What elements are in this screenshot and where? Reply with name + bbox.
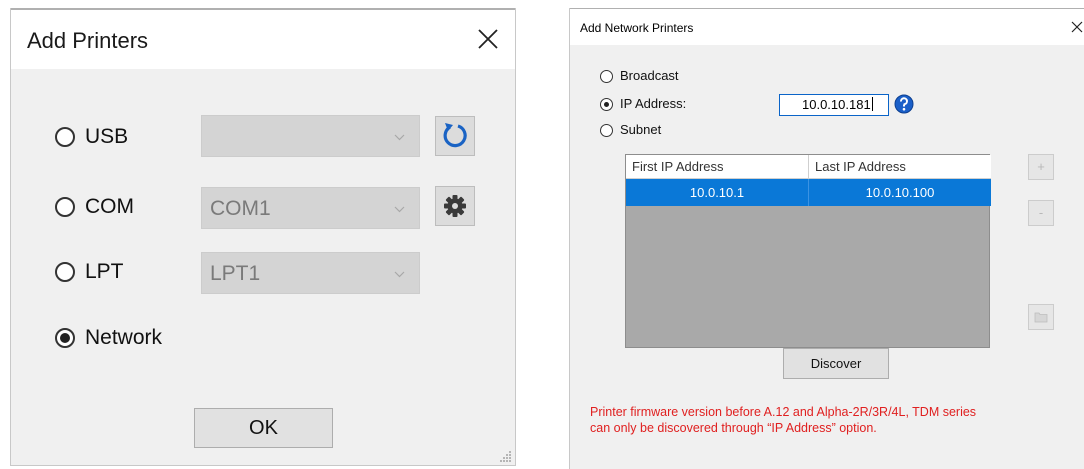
option-lpt: LPT LPT1 [55,250,495,294]
title-bar: Add Printers [11,8,515,69]
folder-icon [1034,312,1048,323]
option-network: Network [55,316,355,360]
dialog-title: Add Network Printers [580,21,694,35]
subnet-label: Subnet [620,122,662,137]
title-bar: Add Network Printers [570,8,1084,45]
close-icon[interactable] [475,26,501,52]
add-network-printers-dialog: Add Network Printers Broadcast IP Addres… [569,8,1084,469]
first-ip-cell[interactable]: 10.0.10.1 [626,179,809,206]
usb-radio[interactable] [55,127,75,147]
network-radio[interactable] [55,328,75,348]
lpt-port-combo[interactable]: LPT1 [201,252,420,294]
option-com: COM COM1 [55,185,495,229]
usb-port-combo[interactable] [201,115,420,157]
com-radio[interactable] [55,197,75,217]
text-caret [871,97,873,111]
column-header-last-ip[interactable]: Last IP Address [809,155,991,178]
add-printers-dialog: Add Printers USB COM COM1 LPT LPT1 Netwo… [10,8,516,466]
ip-address-input[interactable]: 10.0.10.181 [779,94,889,116]
discover-button[interactable]: Discover [783,348,889,379]
gear-icon [444,195,466,217]
chevron-down-icon [394,134,405,141]
broadcast-label: Broadcast [620,68,679,83]
chevron-down-icon [394,271,405,278]
lpt-port-value: LPT1 [210,262,261,285]
usb-label: USB [85,125,129,148]
network-label: Network [85,326,163,349]
warning-line: can only be discovered through “IP Addre… [590,421,877,435]
com-port-combo[interactable]: COM1 [201,187,420,229]
add-range-button[interactable]: + [1028,154,1054,180]
subnet-radio[interactable] [600,124,613,137]
com-port-value: COM1 [210,197,271,220]
ip-range-table[interactable]: First IP Address Last IP Address 10.0.10… [625,154,991,348]
close-icon[interactable] [1071,21,1083,33]
ip-address-radio[interactable] [600,98,613,111]
ip-address-label: IP Address: [620,96,687,111]
warning-line: Printer firmware version before A.12 and… [590,405,977,419]
help-icon[interactable] [894,94,914,114]
remove-range-button[interactable]: - [1028,200,1054,226]
lpt-radio[interactable] [55,262,75,282]
com-label: COM [85,195,134,218]
ok-button[interactable]: OK [194,408,333,448]
refresh-icon [443,123,467,148]
open-file-button[interactable] [1028,304,1054,330]
table-row[interactable]: 10.0.10.1 10.0.10.100 [626,179,991,206]
resize-grip-icon[interactable] [500,450,512,462]
lpt-label: LPT [85,260,124,283]
ip-address-value: 10.0.10.181 [802,97,871,112]
column-header-first-ip[interactable]: First IP Address [626,155,809,178]
option-usb: USB [55,115,495,159]
broadcast-radio[interactable] [600,70,613,83]
table-header: First IP Address Last IP Address [626,155,991,179]
refresh-button[interactable] [435,116,475,156]
chevron-down-icon [394,206,405,213]
dialog-title: Add Printers [27,28,149,53]
com-settings-button[interactable] [435,186,475,226]
last-ip-cell[interactable]: 10.0.10.100 [809,179,991,206]
firmware-warning: Printer firmware version before A.12 and… [590,404,1070,436]
